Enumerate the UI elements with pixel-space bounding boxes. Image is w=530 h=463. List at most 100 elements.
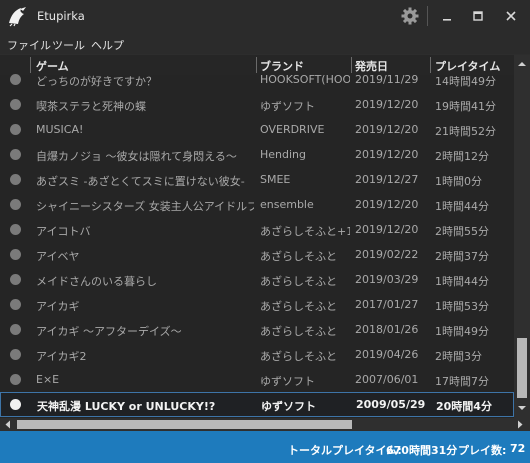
row-brand: HOOKSOFT(HOO — [260, 73, 350, 86]
row-release-date: 2007/06/01 — [355, 373, 419, 386]
row-playtime: 17時間7分 — [435, 375, 489, 388]
status-dot-icon[interactable] — [10, 324, 21, 335]
table-row[interactable]: アイコトバ あざらしそふと+1 2019/12/20 2時間55分 — [0, 217, 514, 242]
minimize-icon — [443, 19, 451, 21]
scroll-down-arrow-icon[interactable] — [517, 403, 527, 413]
menu-bar: ファイル ツール ヘルプ — [0, 32, 530, 54]
scroll-left-arrow-icon[interactable] — [4, 420, 12, 429]
horizontal-scrollbar[interactable] — [0, 418, 530, 431]
table-row[interactable]: アイベヤ あざらしそふと 2019/02/22 2時間37分 — [0, 242, 514, 267]
play-count-label: プレイ数: — [458, 444, 507, 457]
table-row[interactable]: メイドさんのいる暮らし あざらしそふと 2019/03/29 1時間44分 — [0, 267, 514, 292]
game-list[interactable]: ゲーム ブランド 発売日 プレイタイム どっちのが好きですか？ HOOKSOFT(… — [0, 55, 530, 418]
status-dot-icon[interactable] — [10, 224, 21, 235]
row-game-title: 自爆カノジョ ～彼女は隠れて身悶える～ — [36, 150, 237, 163]
row-game-title: アイカギ ～アフターデイズ～ — [36, 325, 182, 338]
table-row-selected[interactable]: 天神乱漫 LUCKY or UNLUCKY!? ゆずソフト 2009/05/29 20… — [0, 392, 514, 417]
status-dot-icon[interactable] — [10, 99, 21, 110]
status-dot-icon[interactable] — [10, 74, 21, 85]
row-playtime: 1時間49分 — [435, 325, 489, 338]
row-brand: ゆずソフト — [261, 400, 316, 413]
minimize-button[interactable] — [437, 6, 457, 26]
table-row[interactable]: 自爆カノジョ ～彼女は隠れて身悶える～ Hending 2019/12/20 2時間1… — [0, 142, 514, 167]
row-game-title: E×E — [36, 373, 60, 386]
table-row[interactable]: MUSICA! OVERDRIVE 2019/12/20 21時間52分 — [0, 117, 514, 142]
app-logo-icon — [9, 7, 26, 27]
table-row[interactable]: アイカギ2 あざらしそふと 2019/04/26 2時間3分 — [0, 342, 514, 367]
row-release-date: 2018/01/26 — [355, 323, 419, 336]
table-row[interactable]: 喫茶ステラと死神の蝶 ゆずソフト 2019/12/20 19時間41分 — [0, 92, 514, 117]
row-playtime: 2時間37分 — [435, 250, 489, 263]
row-game-title: シャイニーシスターズ 女装主人公アイドルプロジェクト — [36, 200, 254, 213]
menu-help[interactable]: ヘルプ — [91, 37, 124, 53]
status-dot-icon[interactable] — [10, 399, 21, 410]
menu-file[interactable]: ファイル — [7, 37, 51, 53]
row-release-date: 2019/12/27 — [355, 173, 419, 186]
row-brand: あざらしそふと — [260, 325, 337, 338]
table-row[interactable]: どっちのが好きですか？ HOOKSOFT(HOO 2019/11/29 14時間49分 — [0, 67, 514, 92]
status-dot-icon[interactable] — [10, 274, 21, 285]
table-row[interactable]: あざスミ -あざとくてスミに置けない彼女- SMEE 2019/12/27 1時間0分 — [0, 167, 514, 192]
row-playtime: 1時間0分 — [435, 175, 482, 188]
scroll-up-arrow-icon[interactable] — [517, 59, 527, 69]
row-game-title: アイベヤ — [36, 250, 80, 263]
gear-icon[interactable] — [400, 6, 420, 26]
row-brand: SMEE — [260, 173, 291, 186]
row-game-title: どっちのが好きですか？ — [36, 75, 157, 88]
row-release-date: 2009/05/29 — [356, 398, 426, 411]
row-brand: あざらしそふと — [260, 275, 337, 288]
menu-tools[interactable]: ツール — [52, 37, 85, 53]
row-game-title: メイドさんのいる暮らし — [36, 275, 157, 288]
close-icon — [506, 11, 516, 21]
close-button[interactable] — [501, 6, 521, 26]
vertical-scrollbar[interactable] — [514, 55, 530, 418]
table-row[interactable]: アイカギ ～アフターデイズ～ あざらしそふと 2018/01/26 1時間49分 — [0, 317, 514, 342]
row-playtime: 19時間41分 — [435, 100, 496, 113]
row-game-title: アイカギ2 — [36, 350, 87, 363]
status-dot-icon[interactable] — [10, 249, 21, 260]
row-playtime: 20時間4分 — [436, 400, 492, 413]
titlebar-divider — [427, 6, 428, 26]
row-playtime: 1時間44分 — [435, 200, 489, 213]
table-row[interactable]: アイカギ あざらしそふと 2017/01/27 1時間53分 — [0, 292, 514, 317]
table-row[interactable]: E×E ゆずソフト 2007/06/01 17時間7分 — [0, 367, 514, 392]
row-brand: ensemble — [260, 198, 314, 211]
row-playtime: 2時間3分 — [435, 350, 482, 363]
row-release-date: 2019/12/20 — [355, 123, 419, 136]
scroll-right-arrow-icon[interactable] — [516, 420, 524, 429]
row-brand: あざらしそふと — [260, 350, 337, 363]
row-playtime: 14時間49分 — [435, 75, 496, 88]
row-release-date: 2017/01/27 — [355, 298, 419, 311]
row-release-date: 2019/04/26 — [355, 348, 419, 361]
status-dot-icon[interactable] — [10, 349, 21, 360]
status-dot-icon[interactable] — [10, 174, 21, 185]
row-brand: ゆずソフト — [260, 375, 315, 388]
row-release-date: 2019/03/29 — [355, 273, 419, 286]
row-game-title: アイコトバ — [36, 225, 91, 238]
row-brand: Hending — [260, 148, 307, 161]
row-playtime: 1時間53分 — [435, 300, 489, 313]
row-release-date: 2019/11/29 — [355, 73, 419, 86]
title-bar[interactable]: Etupirka — [0, 0, 530, 32]
vertical-scroll-thumb[interactable] — [517, 338, 527, 398]
window-title: Etupirka — [37, 9, 85, 23]
row-release-date: 2019/12/20 — [355, 223, 419, 236]
maximize-button[interactable] — [468, 6, 488, 26]
horizontal-scroll-thumb[interactable] — [17, 420, 352, 429]
status-dot-icon[interactable] — [10, 299, 21, 310]
status-dot-icon[interactable] — [10, 124, 21, 135]
row-game-title: あざスミ -あざとくてスミに置けない彼女- — [36, 175, 245, 188]
table-row[interactable]: シャイニーシスターズ 女装主人公アイドルプロジェクト ensemble 2019/1… — [0, 192, 514, 217]
status-dot-icon[interactable] — [10, 199, 21, 210]
row-brand: ゆずソフト — [260, 100, 315, 113]
row-game-title: 喫茶ステラと死神の蝶 — [36, 100, 146, 113]
row-brand: あざらしそふと — [260, 250, 337, 263]
row-game-title: MUSICA! — [36, 123, 84, 136]
row-brand: あざらしそふと — [260, 300, 337, 313]
row-playtime: 21時間52分 — [435, 125, 496, 138]
row-playtime: 2時間12分 — [435, 150, 489, 163]
play-count-value: 72 — [510, 442, 526, 455]
status-dot-icon[interactable] — [10, 374, 21, 385]
status-dot-icon[interactable] — [10, 149, 21, 160]
status-bar: トータルプレイタイム: 670時間31分 プレイ数: 72 — [0, 431, 530, 463]
